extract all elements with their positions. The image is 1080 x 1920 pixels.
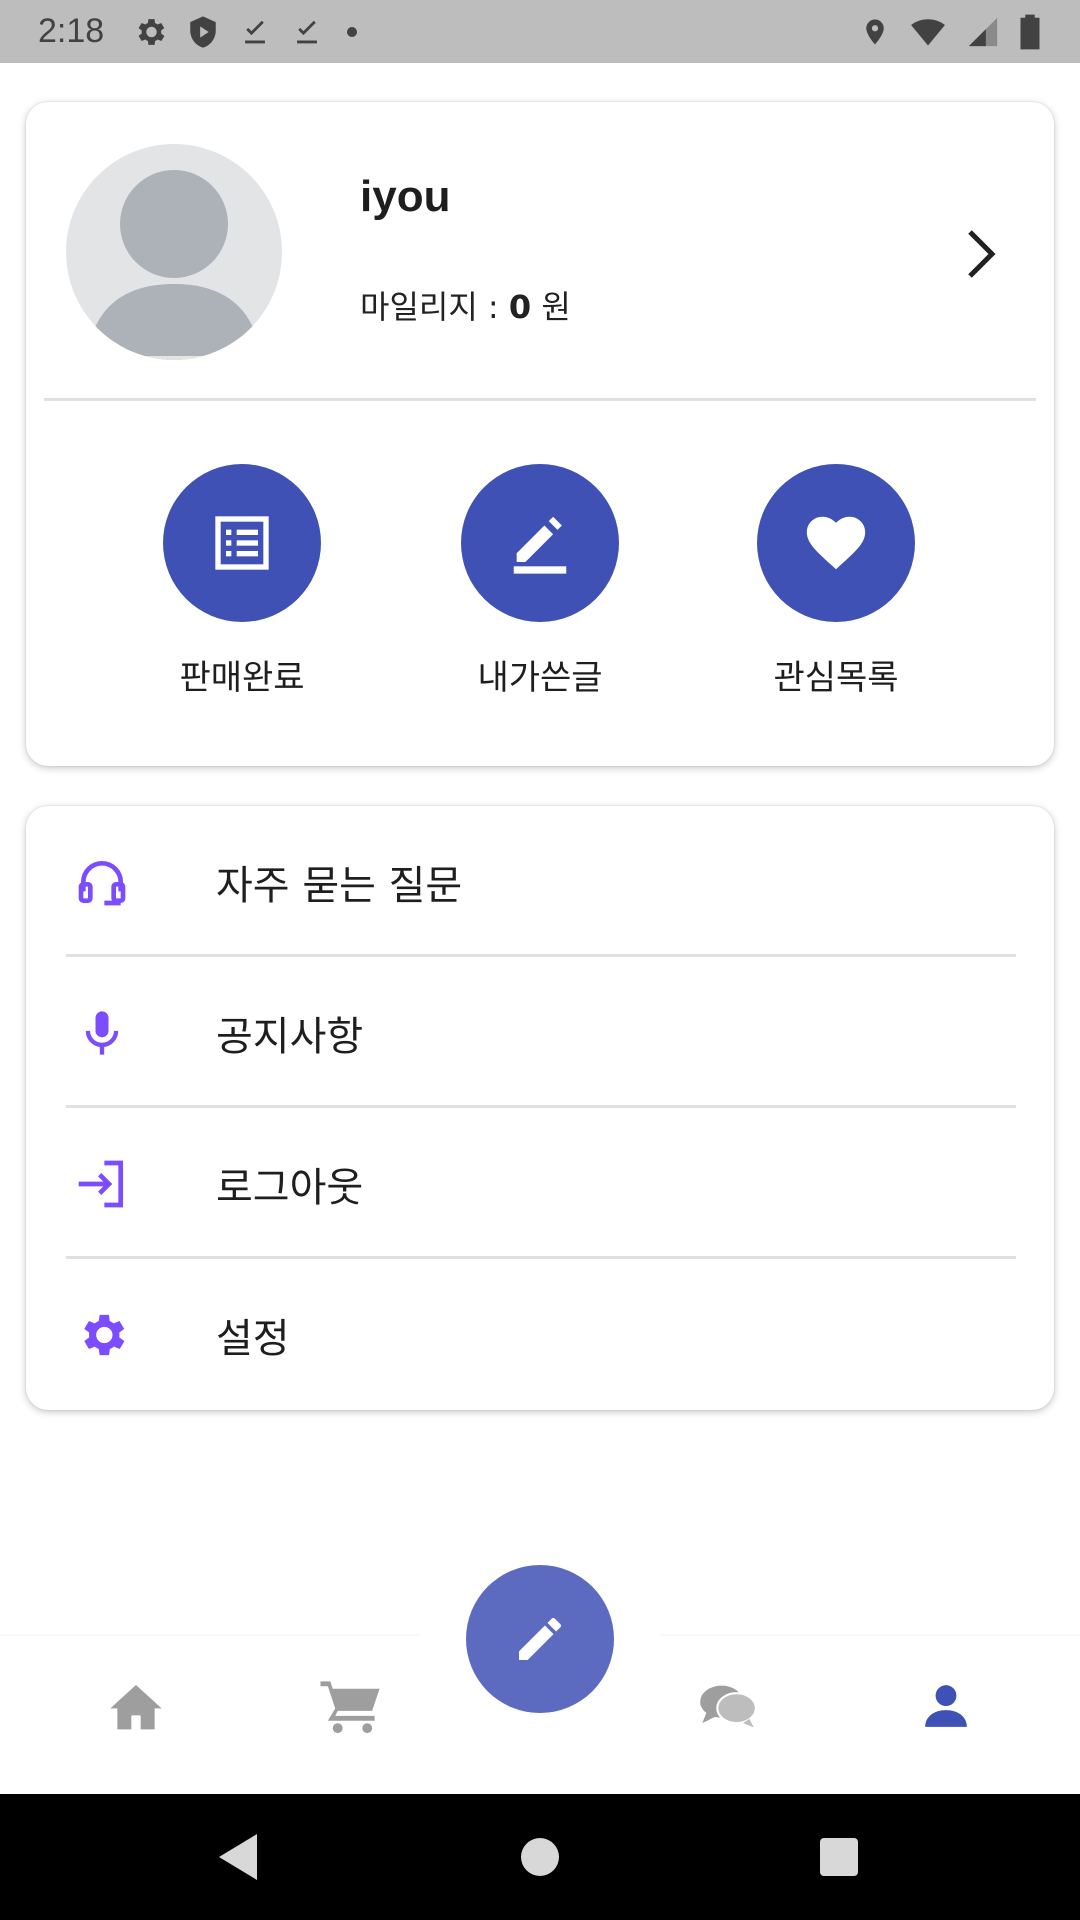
nav-profile[interactable] bbox=[914, 1676, 978, 1736]
quick-action-circle bbox=[757, 464, 915, 622]
headset-icon bbox=[72, 852, 132, 912]
profile-card: iyou 마일리지 : 0 원 판매완료 내가쓴글 관심목록 bbox=[26, 102, 1054, 766]
settings-icon bbox=[72, 1305, 132, 1365]
menu-item-settings[interactable]: 설정 bbox=[26, 1259, 1054, 1410]
person-placeholder-icon bbox=[66, 170, 282, 360]
quick-action-circle bbox=[163, 464, 321, 622]
menu-item-notice[interactable]: 공지사항 bbox=[26, 957, 1054, 1108]
nav-home[interactable] bbox=[104, 1676, 168, 1736]
heart-icon bbox=[806, 516, 866, 570]
download-done-icon bbox=[290, 14, 324, 50]
menu-item-logout[interactable]: 로그아웃 bbox=[26, 1108, 1054, 1259]
nav-chat[interactable] bbox=[696, 1676, 760, 1736]
quick-action-label: 내가쓴글 bbox=[477, 658, 603, 698]
wifi-icon bbox=[908, 14, 948, 50]
chat-icon bbox=[700, 1685, 757, 1728]
menu-item-label: 자주 묻는 질문 bbox=[216, 862, 463, 909]
menu-item-label: 로그아웃 bbox=[216, 1164, 364, 1211]
list-icon bbox=[215, 516, 269, 570]
favorites-button[interactable]: 관심목록 bbox=[716, 464, 956, 699]
mileage-info: 마일리지 : 0 원 bbox=[360, 282, 571, 328]
gear-icon bbox=[132, 14, 168, 50]
edit-icon bbox=[513, 516, 567, 574]
status-time: 2:18 bbox=[38, 12, 105, 50]
recents-icon[interactable] bbox=[806, 1824, 872, 1890]
quick-action-label: 판매완료 bbox=[179, 658, 305, 698]
shield-icon bbox=[186, 14, 220, 50]
menu-item-label: 설정 bbox=[216, 1315, 290, 1362]
home-circle-icon[interactable] bbox=[507, 1824, 573, 1890]
back-icon[interactable] bbox=[205, 1824, 271, 1890]
mileage-value: 0 bbox=[508, 288, 532, 326]
battery-icon bbox=[1018, 13, 1042, 51]
download-done-icon bbox=[238, 14, 272, 50]
location-icon bbox=[860, 14, 890, 50]
menu-card: 자주 묻는 질문 공지사항 로그아웃 설정 bbox=[26, 806, 1054, 1410]
mileage-unit: 원 bbox=[531, 288, 571, 326]
person-icon bbox=[925, 1685, 967, 1727]
write-post-fab[interactable] bbox=[466, 1565, 614, 1713]
quick-action-label: 관심목록 bbox=[773, 658, 899, 698]
menu-item-faq[interactable]: 자주 묻는 질문 bbox=[26, 806, 1054, 957]
menu-item-label: 공지사항 bbox=[216, 1013, 364, 1060]
chevron-right-icon[interactable] bbox=[956, 224, 1006, 284]
status-bar: 2:18 bbox=[0, 0, 1080, 63]
signal-icon bbox=[966, 14, 1000, 50]
avatar[interactable] bbox=[66, 144, 282, 360]
nav-cart[interactable] bbox=[318, 1676, 382, 1736]
mileage-label: 마일리지 : bbox=[360, 288, 509, 326]
logout-icon bbox=[72, 1154, 132, 1214]
pencil-icon bbox=[519, 1618, 561, 1660]
profile-username: iyou bbox=[360, 172, 451, 221]
quick-action-circle bbox=[461, 464, 619, 622]
system-nav-bar bbox=[0, 1794, 1080, 1920]
cart-icon bbox=[320, 1681, 380, 1734]
divider bbox=[44, 398, 1036, 401]
microphone-icon bbox=[72, 1003, 132, 1063]
sold-items-button[interactable]: 판매완료 bbox=[122, 464, 362, 699]
dot-icon bbox=[342, 14, 362, 50]
my-posts-button[interactable]: 내가쓴글 bbox=[420, 464, 660, 699]
home-icon bbox=[110, 1685, 162, 1730]
